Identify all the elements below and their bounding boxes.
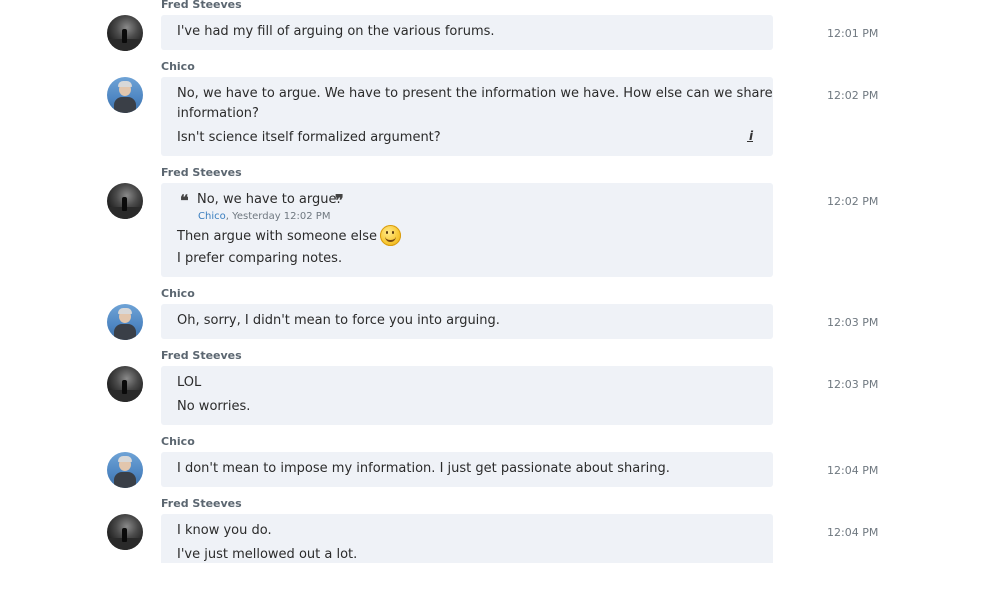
message-text: information?: [177, 106, 259, 121]
open-quote-icon: ❝: [180, 191, 189, 210]
message-bubble[interactable]: Oh, sorry, I didn't mean to force you in…: [161, 304, 773, 339]
message-bubble[interactable]: LOL No worries.: [161, 366, 773, 425]
message-text: I know you do.: [177, 523, 272, 538]
message-timestamp: 12:01 PM: [827, 27, 879, 40]
message-text: I don't mean to impose my information. I…: [177, 461, 670, 476]
quote-meta: Chico, Yesterday 12:02 PM: [198, 211, 330, 223]
message-bubble[interactable]: I've had my fill of arguing on the vario…: [161, 15, 773, 50]
sender-name[interactable]: Fred Steeves: [161, 167, 242, 179]
chico-avatar[interactable]: [107, 304, 143, 340]
sender-name[interactable]: Fred Steeves: [161, 0, 242, 11]
chico-avatar[interactable]: [107, 452, 143, 488]
message-timestamp: 12:04 PM: [827, 526, 879, 539]
message-text: Isn't science itself formalized argument…: [177, 130, 441, 145]
smile-emoji-icon[interactable]: [380, 225, 402, 246]
message-text: No, we have to argue. We have to present…: [177, 86, 773, 101]
message-timestamp: 12:03 PM: [827, 316, 879, 329]
quote-timestamp: , Yesterday 12:02 PM: [225, 211, 331, 222]
edited-icon[interactable]: i: [747, 129, 761, 143]
message-text: No worries.: [177, 399, 251, 414]
message-text: Then argue with someone else: [177, 229, 378, 244]
message-timestamp: 12:02 PM: [827, 195, 879, 208]
chico-avatar[interactable]: [107, 77, 143, 113]
message-text: I've just mellowed out a lot.: [177, 547, 358, 562]
message-bubble[interactable]: ❝ No, we have to argue. ❞ Chico, Yesterd…: [161, 183, 773, 277]
fred-avatar[interactable]: [107, 15, 143, 51]
sender-name[interactable]: Chico: [161, 61, 195, 73]
sender-name[interactable]: Chico: [161, 288, 195, 300]
chat-history[interactable]: Fred Steeves I've had my fill of arguing…: [0, 0, 985, 563]
message-bubble[interactable]: No, we have to argue. We have to present…: [161, 77, 773, 156]
message-timestamp: 12:03 PM: [827, 378, 879, 391]
quoted-text: No, we have to argue.: [197, 192, 341, 207]
sender-name[interactable]: Fred Steeves: [161, 350, 242, 362]
message-timestamp: 12:04 PM: [827, 464, 879, 477]
message-bubble[interactable]: I don't mean to impose my information. I…: [161, 452, 773, 487]
sender-name[interactable]: Fred Steeves: [161, 498, 242, 510]
sender-name[interactable]: Chico: [161, 436, 195, 448]
quote-author[interactable]: Chico: [198, 211, 226, 222]
fred-avatar[interactable]: [107, 366, 143, 402]
fred-avatar[interactable]: [107, 514, 143, 550]
message-timestamp: 12:02 PM: [827, 89, 879, 102]
message-text: I've had my fill of arguing on the vario…: [177, 24, 495, 39]
message-bubble[interactable]: I know you do. I've just mellowed out a …: [161, 514, 773, 563]
message-text: Oh, sorry, I didn't mean to force you in…: [177, 313, 500, 328]
message-text: I prefer comparing notes.: [177, 251, 343, 266]
message-text: LOL: [177, 375, 202, 390]
close-quote-icon: ❞: [335, 191, 344, 210]
message-text-row: Then argue with someone else: [177, 225, 402, 247]
fred-avatar[interactable]: [107, 183, 143, 219]
